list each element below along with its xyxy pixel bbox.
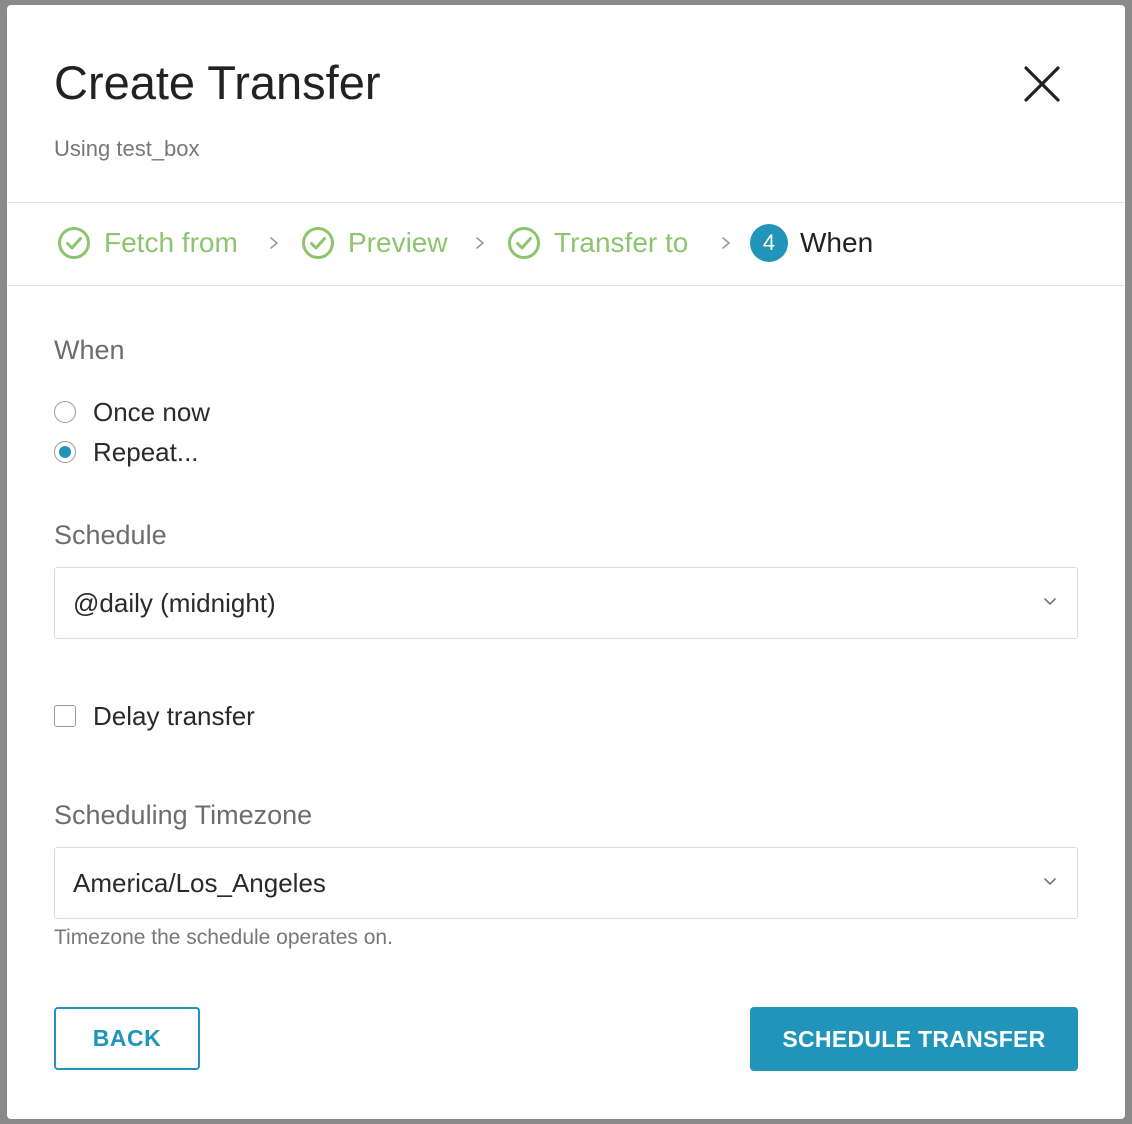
- create-transfer-dialog: Create Transfer Using test_box Fetch fro…: [7, 5, 1125, 1119]
- radio-button[interactable]: [54, 401, 76, 423]
- back-button[interactable]: BACK: [54, 1007, 200, 1070]
- step-label: When: [800, 227, 874, 258]
- radio-label: Once now: [93, 396, 211, 427]
- radio-label: Repeat...: [93, 436, 199, 467]
- timezone-label: Scheduling Timezone: [54, 800, 313, 830]
- stepper: Fetch from Preview Transfer to 4 When: [7, 203, 1125, 286]
- schedule-transfer-button[interactable]: SCHEDULE TRANSFER: [750, 1007, 1078, 1071]
- dialog-title: Create Transfer: [54, 56, 381, 109]
- chevron-down-icon: [1044, 878, 1056, 885]
- timezone-select[interactable]: America/Los_Angeles: [54, 847, 1078, 919]
- chevron-down-icon: [1044, 598, 1056, 605]
- chevron-right-icon: [270, 237, 278, 249]
- radio-once-now[interactable]: Once now: [54, 397, 210, 427]
- check-circle-icon: [302, 227, 334, 259]
- check-circle-icon: [508, 227, 540, 259]
- step-label: Fetch from: [104, 227, 238, 258]
- delay-transfer-checkbox-row[interactable]: Delay transfer: [54, 700, 255, 732]
- step-label: Preview: [348, 227, 448, 258]
- check-circle-icon: [58, 227, 90, 259]
- dialog-subtitle: Using test_box: [54, 136, 200, 161]
- step-transfer-to[interactable]: Transfer to: [507, 225, 688, 261]
- dialog-header: Create Transfer Using test_box: [7, 5, 1125, 203]
- radio-repeat[interactable]: Repeat...: [54, 437, 199, 467]
- close-button[interactable]: [1017, 59, 1067, 109]
- chevron-right-icon: [476, 237, 484, 249]
- delay-transfer-checkbox[interactable]: [54, 705, 76, 727]
- close-icon: [1024, 66, 1060, 102]
- step-preview[interactable]: Preview: [301, 225, 448, 261]
- schedule-value: @daily (midnight): [73, 588, 276, 618]
- step-fetch-from[interactable]: Fetch from: [57, 225, 238, 261]
- step-when[interactable]: 4 When: [750, 224, 874, 262]
- when-label: When: [54, 335, 125, 365]
- chevron-right-icon: [722, 237, 730, 249]
- timezone-help-text: Timezone the schedule operates on.: [54, 926, 393, 949]
- step-label: Transfer to: [554, 227, 689, 258]
- timezone-value: America/Los_Angeles: [73, 868, 326, 898]
- checkbox-label: Delay transfer: [93, 700, 255, 731]
- schedule-select[interactable]: @daily (midnight): [54, 567, 1078, 639]
- radio-button[interactable]: [54, 441, 76, 463]
- schedule-label: Schedule: [54, 520, 167, 550]
- step-number-badge: 4: [750, 224, 788, 262]
